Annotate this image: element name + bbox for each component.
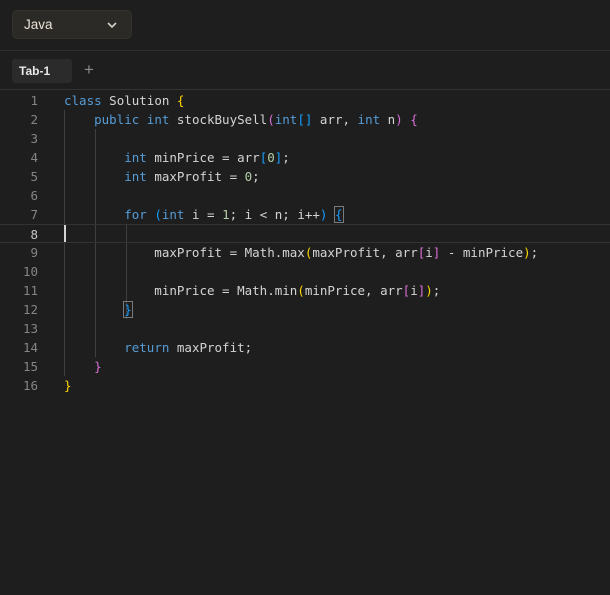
- text-cursor: [64, 225, 66, 242]
- code-text: for (int i = 1; i < n; i++) {: [124, 206, 344, 223]
- code-line: 15 }: [0, 357, 610, 376]
- code-line: 3: [0, 129, 610, 148]
- code-line: 11 minPrice = Math.min(minPrice, arr[i])…: [0, 281, 610, 300]
- line-number: 6: [30, 188, 38, 203]
- code-text: int minPrice = arr[0];: [124, 150, 290, 165]
- code-line: 14 return maxProfit;: [0, 338, 610, 357]
- code-line: 12 }: [0, 300, 610, 319]
- line-number: 4: [30, 150, 38, 165]
- line-number: 14: [22, 340, 38, 355]
- code-text: return maxProfit;: [124, 340, 253, 355]
- code-text: class Solution {: [64, 93, 185, 108]
- line-number: 8: [30, 227, 38, 242]
- line-number: 16: [22, 378, 38, 393]
- line-number: 13: [22, 321, 38, 336]
- code-line: 9 maxProfit = Math.max(maxProfit, arr[i]…: [0, 243, 610, 262]
- line-number: 15: [22, 359, 38, 374]
- line-number: 3: [30, 131, 38, 146]
- line-number: 7: [30, 207, 38, 222]
- line-number: 10: [22, 264, 38, 279]
- editor-toolbar: Java: [0, 0, 610, 51]
- line-number: 9: [30, 245, 38, 260]
- code-line: 10: [0, 262, 610, 281]
- code-line: 4 int minPrice = arr[0];: [0, 148, 610, 167]
- code-line-active: 8: [0, 224, 610, 243]
- code-line: 2 public int stockBuySell(int[] arr, int…: [0, 110, 610, 129]
- code-line: 16 }: [0, 376, 610, 395]
- chevron-down-icon: [107, 22, 117, 29]
- language-dropdown-value: Java: [24, 17, 53, 32]
- code-text: int maxProfit = 0;: [124, 169, 260, 184]
- code-text: }: [64, 378, 72, 393]
- code-line: 5 int maxProfit = 0;: [0, 167, 610, 186]
- line-number: 2: [30, 112, 38, 127]
- code-text: public int stockBuySell(int[] arr, int n…: [94, 112, 418, 127]
- code-line: 1 class Solution {: [0, 91, 610, 110]
- code-text: }: [94, 359, 102, 374]
- add-tab-button[interactable]: +: [81, 60, 97, 80]
- tab-bar: Tab-1 +: [0, 51, 610, 90]
- code-line: 7 for (int i = 1; i < n; i++) {: [0, 205, 610, 224]
- line-number: 12: [22, 302, 38, 317]
- code-line: 6: [0, 186, 610, 205]
- code-line: 13: [0, 319, 610, 338]
- code-text: }: [123, 301, 133, 318]
- line-number: 11: [22, 283, 38, 298]
- code-text: maxProfit = Math.max(maxProfit, arr[i] -…: [64, 245, 539, 260]
- code-text: minPrice = Math.min(minPrice, arr[i]);: [64, 283, 441, 298]
- code-editor[interactable]: 1 class Solution { 2 public int stockBuy…: [0, 91, 610, 595]
- tab-label: Tab-1: [19, 64, 51, 78]
- line-number: 5: [30, 169, 38, 184]
- language-dropdown[interactable]: Java: [12, 10, 132, 39]
- line-number: 1: [30, 93, 38, 108]
- tab-1[interactable]: Tab-1: [12, 59, 72, 83]
